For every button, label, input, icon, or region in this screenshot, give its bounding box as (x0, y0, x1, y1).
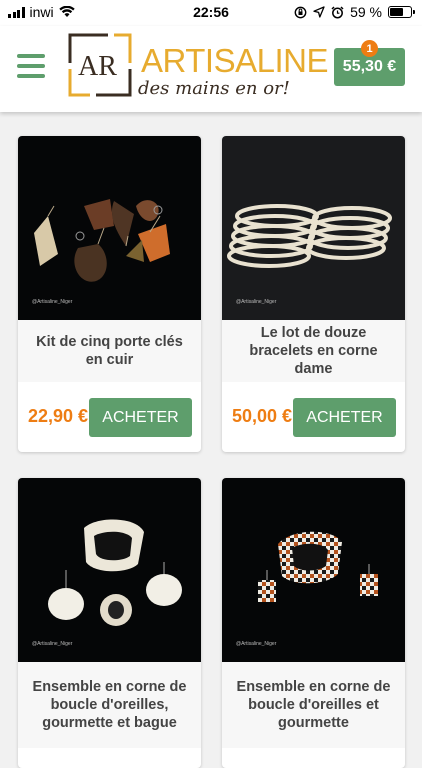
product-price: 22,90 € (28, 406, 89, 426)
status-right: 59 % (294, 4, 415, 20)
product-image[interactable]: @Artisaline_Niger (18, 136, 201, 320)
product-footer: 50,00 € ACHETER (222, 382, 405, 452)
brand-tagline: des mains en or! (138, 78, 290, 99)
product-title[interactable]: Le lot de douze bracelets en corne dame (222, 320, 405, 382)
cart-total: 55,30 € (342, 58, 397, 75)
product-image[interactable]: @Artisaline_Niger (222, 478, 405, 662)
product-price: 50,00 € (232, 406, 293, 426)
image-watermark: @Artisaline_Niger (32, 299, 73, 305)
status-bar: inwi 22:56 59 % (0, 0, 422, 26)
product-footer: 22,90 € ACHETER (18, 382, 201, 452)
product-title[interactable]: Ensemble en corne de boucle d'oreilles e… (222, 662, 405, 748)
image-watermark: @Artisaline_Niger (236, 641, 277, 647)
product-title[interactable]: Kit de cinq porte clés en cuir (18, 320, 201, 382)
location-icon (313, 6, 325, 18)
buy-button[interactable]: ACHETER (293, 398, 396, 437)
svg-text:AR: AR (78, 51, 117, 82)
product-card: @Artisaline_Niger Ensemble en corne de b… (222, 478, 405, 768)
image-watermark: @Artisaline_Niger (236, 299, 277, 305)
product-card: @Artisaline_Niger Ensemble en corne de b… (18, 478, 201, 768)
battery-icon (388, 6, 415, 18)
battery-level (390, 8, 403, 16)
logo-monogram-icon: AR (68, 33, 132, 97)
brand-name: ARTISALINE (141, 42, 328, 79)
battery-percent: 59 % (350, 4, 382, 20)
cart-count-badge: 1 (361, 40, 378, 57)
product-card: @Artisaline_Niger Le lot de douze bracel… (222, 136, 405, 452)
alarm-icon (331, 5, 344, 18)
product-card: @Artisaline_Niger Kit de cinq porte clés… (18, 136, 201, 452)
product-title[interactable]: Ensemble en corne de boucle d'oreilles, … (18, 662, 201, 748)
image-watermark: @Artisaline_Niger (32, 641, 73, 647)
site-header: AR ARTISALINE des mains en or! 55,30 € 1 (0, 26, 422, 112)
product-image[interactable]: @Artisaline_Niger (222, 136, 405, 320)
buy-button[interactable]: ACHETER (89, 398, 192, 437)
site-logo[interactable]: AR ARTISALINE des mains en or! (66, 32, 328, 102)
product-image[interactable]: @Artisaline_Niger (18, 478, 201, 662)
orientation-lock-icon (294, 6, 307, 18)
menu-icon[interactable] (17, 54, 45, 78)
